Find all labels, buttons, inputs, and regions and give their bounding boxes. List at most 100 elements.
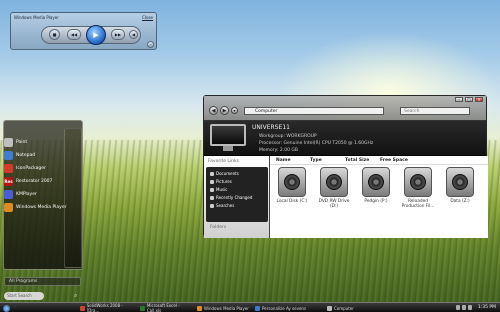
start-menu-item[interactable]: Res Restorator 2007	[4, 175, 76, 187]
taskbar-button-label: SolidWorks 2008 - [Dra...	[86, 303, 123, 312]
explorer-toolbar: – □ × ◀ ▶ ▾ Computer Search	[204, 96, 486, 121]
favorite-link[interactable]: Documents	[210, 171, 239, 176]
favorite-link-label: Searches	[216, 203, 235, 208]
favorite-link[interactable]: Recently Changed	[210, 195, 252, 200]
stop-button[interactable]: ■	[49, 29, 60, 40]
favorite-link[interactable]: Searches	[210, 203, 234, 208]
drive-label: Pedgin (P:)	[364, 199, 388, 204]
start-search-input[interactable]: Start Search	[4, 292, 44, 300]
computer-details-pane: UNIVERSE11 Workgroup: WORKGROUP Processo…	[204, 121, 486, 156]
window-controls: – □ ×	[455, 97, 483, 102]
drive-label: DVD RW Drive (D:)	[318, 199, 350, 209]
notepad-icon	[4, 150, 13, 160]
folder-icon	[210, 187, 214, 192]
hard-disk-icon	[278, 167, 306, 197]
start-menu-item[interactable]: KMPlayer	[4, 188, 76, 200]
start-menu-item[interactable]: Notepad	[4, 149, 76, 161]
taskbar-button-label: Windows Media Player	[204, 305, 249, 311]
column-header-type[interactable]: Type	[310, 158, 322, 163]
favorite-link[interactable]: Music	[210, 187, 227, 192]
minimize-button[interactable]: –	[455, 97, 463, 102]
address-text: Computer	[255, 109, 278, 114]
taskbar-button[interactable]: Microsoft Excel - Call.xls	[138, 303, 194, 312]
media-player-close-link[interactable]: Close	[142, 15, 153, 20]
wmp-icon	[4, 202, 13, 212]
switch-to-library-icon[interactable]: ↗	[147, 41, 154, 48]
dvd-rw-drive-icon	[320, 167, 348, 197]
drive-item[interactable]: Local Disk (C:)	[274, 167, 310, 227]
taskbar-button[interactable]: Computer	[325, 304, 381, 312]
start-menu-item-label: IconPackager	[16, 165, 46, 171]
start-menu-item-label: Restorator 2007	[16, 178, 53, 184]
drive-item[interactable]: Pedgin (P:)	[358, 167, 394, 227]
taskbar-button-label: Microsoft Excel - Call.xls	[146, 303, 180, 312]
drive-item[interactable]: Data (Z:)	[442, 167, 478, 227]
back-button[interactable]: ◀	[209, 106, 218, 115]
favorite-link[interactable]: Pictures	[210, 179, 232, 184]
column-header-name[interactable]: Name	[276, 158, 291, 163]
processor-text: Processor: Genuine Intel(R) CPU T2050 @ …	[259, 141, 374, 146]
volume-icon[interactable]: ◀	[129, 30, 138, 39]
start-menu-item[interactable]: IconPackager	[4, 162, 76, 174]
folder-icon	[210, 203, 214, 208]
disk-drive-icon	[404, 167, 432, 197]
restorator-icon: Res	[4, 176, 13, 186]
taskbar-button-label: Personalize Ay sevens	[262, 305, 307, 311]
taskbar-button[interactable]: Personalize Ay sevens	[253, 304, 309, 312]
search-icon[interactable]: ⌕	[74, 292, 82, 300]
taskbar-app-icon	[80, 305, 85, 311]
taskbar-app-icon	[140, 305, 145, 311]
windows-logo-icon	[3, 304, 10, 312]
drive-label: Reloaded Production Fil...	[401, 199, 435, 209]
computer-monitor-icon	[210, 124, 246, 152]
start-menu-item-label: Windows Media Player	[16, 204, 67, 210]
favorite-links-title: Favorite Links	[208, 159, 239, 164]
maximize-button[interactable]: □	[465, 97, 473, 102]
explorer-window: – □ × ◀ ▶ ▾ Computer Search UNIVERSE11 W…	[203, 95, 488, 238]
disk-drive-icon	[362, 167, 390, 197]
close-button[interactable]: ×	[475, 97, 483, 102]
column-divider	[270, 164, 488, 165]
taskbar-button[interactable]: SolidWorks 2008 - [Dra...	[78, 303, 134, 312]
navigation-pane: Favorite Links Documents Pictures Music Rec…	[204, 156, 270, 238]
all-programs-button[interactable]: All Programs	[4, 277, 81, 286]
previous-button[interactable]: ◀◀	[67, 29, 81, 40]
system-tray	[456, 305, 472, 310]
favorite-link-label: Music	[216, 187, 228, 192]
favorite-link-label: Documents	[216, 171, 239, 176]
start-menu-item-label: Notepad	[16, 152, 36, 158]
drive-label: Local Disk (C:)	[276, 199, 308, 204]
recent-pages-button[interactable]: ▾	[231, 107, 238, 114]
media-player-window[interactable]: Windows Media Player Close ■ ◀◀ ▶ ▶▶ ◀ ↗	[10, 12, 157, 50]
folders-toggle[interactable]: Folders	[210, 225, 226, 230]
folder-icon	[210, 179, 214, 184]
taskbar-app-icon	[197, 305, 202, 311]
drive-label: Data (Z:)	[450, 199, 470, 204]
workgroup-text: Workgroup: WORKGROUP	[259, 134, 317, 139]
start-menu-item[interactable]: Windows Media Player	[4, 201, 76, 213]
paint-icon	[4, 137, 13, 147]
start-menu-item[interactable]: Paint	[4, 136, 76, 148]
taskbar-clock[interactable]: 1:35 PM	[478, 304, 496, 312]
kmplayer-icon	[4, 189, 13, 199]
drive-item[interactable]: DVD RW Drive (D:)	[316, 167, 352, 227]
disk-drive-icon	[446, 167, 474, 197]
taskbar: SolidWorks 2008 - [Dra... Microsoft Excel…	[0, 302, 500, 312]
taskbar-app-icon	[327, 305, 332, 311]
column-header-free-space[interactable]: Free Space	[380, 158, 408, 163]
taskbar-button[interactable]: Windows Media Player	[195, 304, 251, 312]
play-button[interactable]: ▶	[86, 25, 106, 45]
next-button[interactable]: ▶▶	[111, 29, 125, 40]
column-header-total-size[interactable]: Total Size	[345, 158, 369, 163]
address-bar[interactable]: Computer	[244, 107, 384, 115]
start-button[interactable]	[1, 304, 21, 312]
computer-name: UNIVERSE11	[252, 124, 290, 131]
forward-button[interactable]: ▶	[220, 106, 229, 115]
file-list: Name Type Total Size Free Space Local Di…	[270, 156, 488, 238]
folder-icon	[210, 195, 214, 200]
folder-icon	[210, 171, 214, 176]
drive-item[interactable]: Reloaded Production Fil...	[400, 167, 436, 227]
iconpackager-icon	[4, 163, 13, 173]
explorer-search-input[interactable]: Search	[400, 107, 470, 115]
start-menu-item-label: Paint	[16, 139, 28, 145]
